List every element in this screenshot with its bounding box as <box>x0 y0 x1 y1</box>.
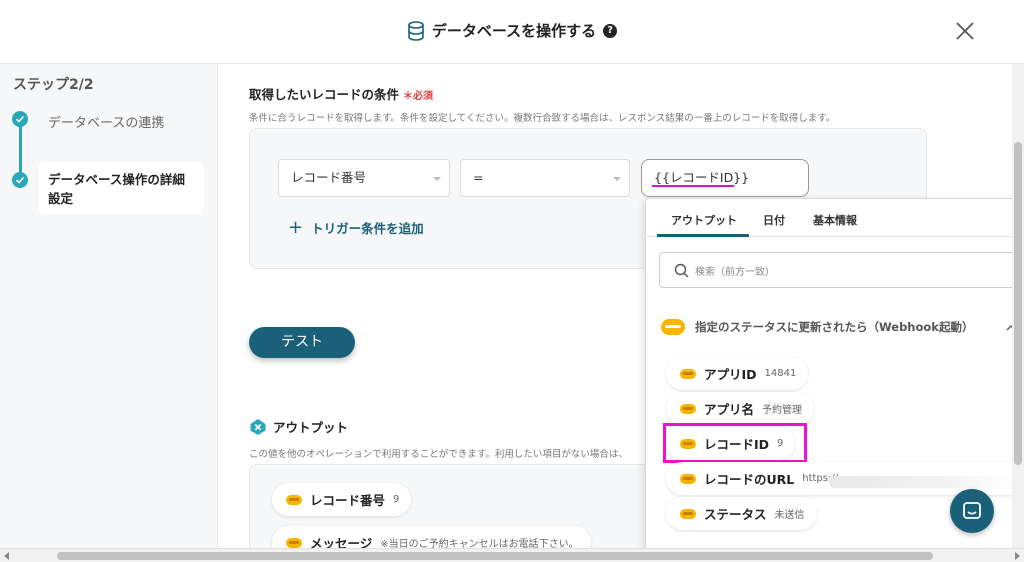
output-item-value: 9 <box>393 494 400 505</box>
kintone-logo-icon <box>661 319 685 335</box>
chevron-down-icon <box>613 177 621 181</box>
close-icon[interactable] <box>954 20 976 42</box>
sidebar-step-database-link[interactable]: データベースの連携 <box>48 112 164 131</box>
popup-output-item[interactable]: アプリ名 予約管理 <box>666 392 815 425</box>
step-sidebar: ステップ2/2 データベースの連携 データベース操作の詳細設定 <box>0 64 218 548</box>
operator-select[interactable]: = <box>460 159 630 197</box>
field-select[interactable]: レコード番号 <box>278 159 450 197</box>
output-item-name: メッセージ <box>310 536 373 548</box>
field-select-value: レコード番号 <box>291 170 367 185</box>
condition-section-title: 取得したいレコードの条件 ＊必須 <box>249 84 433 103</box>
yoom-logo-icon <box>250 418 266 435</box>
chevron-down-icon <box>433 177 441 181</box>
required-badge: ＊必須 <box>403 91 434 102</box>
tab-basic-info[interactable]: 基本情報 <box>813 212 857 228</box>
chat-support-button[interactable] <box>950 489 994 533</box>
kintone-icon <box>286 494 302 505</box>
horizontal-scroll-thumb[interactable] <box>57 552 933 560</box>
kintone-icon <box>680 508 696 519</box>
popup-output-item[interactable]: ステータス 未送信 <box>666 497 817 530</box>
value-highlight-underline <box>652 185 734 187</box>
search-placeholder: 検索（前方一致） <box>695 266 775 278</box>
add-trigger-condition-button[interactable]: + トリガー条件を追加 <box>288 217 424 238</box>
modal-title: データベースを操作する ? <box>0 20 1024 41</box>
search-icon <box>674 263 689 277</box>
condition-value-text: {{レコードID}} <box>654 170 750 185</box>
kintone-icon <box>286 537 302 548</box>
trigger-group-header[interactable]: 指定のステータスに更新されたら（Webhook起動） <box>661 319 973 335</box>
popup-item-value: 14841 <box>764 368 797 379</box>
condition-title-text: 取得したいレコードの条件 <box>249 87 400 102</box>
popup-item-name: アプリ名 <box>704 402 755 417</box>
popup-output-item[interactable]: アプリID 14841 <box>666 357 809 390</box>
database-icon <box>408 20 424 41</box>
step-complete-icon <box>12 172 28 188</box>
step-complete-icon <box>12 111 28 127</box>
output-item-name: レコード番号 <box>310 493 386 508</box>
popup-search-input[interactable]: 検索（前方一致） <box>659 252 1019 288</box>
help-icon[interactable]: ? <box>603 23 618 38</box>
tab-date[interactable]: 日付 <box>763 212 785 228</box>
popup-item-name: レコードのURL <box>704 472 795 487</box>
output-item[interactable]: レコード番号 9 <box>272 483 412 516</box>
output-section-title: アウトプット <box>249 417 348 436</box>
output-item-value: ※当日のご予約キャンセルはお電話下さい。 <box>380 539 579 548</box>
scroll-left-icon[interactable] <box>4 552 9 560</box>
kintone-icon <box>680 473 696 484</box>
output-item[interactable]: メッセージ ※当日のご予約キャンセルはお電話下さい。 <box>272 526 591 548</box>
step-progress-title: ステップ2/2 <box>13 77 94 93</box>
popup-item-value: 未送信 <box>774 510 805 521</box>
add-trigger-label: トリガー条件を追加 <box>311 221 424 236</box>
modal-title-text: データベースを操作する <box>431 22 597 40</box>
tab-output[interactable]: アウトプット <box>671 212 737 228</box>
selected-item-highlight <box>663 423 807 463</box>
condition-value-input[interactable]: {{レコードID}} <box>641 159 809 197</box>
output-description: この値を他のオペレーションで利用することができます。利用したい項目がない場合は、 <box>249 449 628 460</box>
active-tab-indicator <box>657 234 749 237</box>
trigger-group-title: 指定のステータスに更新されたら（Webhook起動） <box>695 320 974 334</box>
operator-select-value: = <box>473 170 484 185</box>
popup-item-name: ステータス <box>704 507 767 522</box>
popup-tabs: アウトプット 日付 基本情報 <box>646 199 1019 237</box>
vertical-scroll-thumb[interactable] <box>1014 142 1022 465</box>
kintone-icon <box>680 403 696 414</box>
sidebar-step-operation-settings[interactable]: データベース操作の詳細設定 <box>38 162 204 214</box>
condition-description: 条件に合うレコードを取得します。条件を設定してください。複数行合致する場合は、レ… <box>249 113 836 124</box>
blurred-url <box>829 476 1019 488</box>
output-title-text: アウトプット <box>273 420 349 435</box>
vertical-scrollbar[interactable] <box>1012 64 1024 548</box>
output-box: レコード番号 9 メッセージ ※当日のご予約キャンセルはお電話下さい。 <box>249 464 669 548</box>
popup-item-value: 予約管理 <box>762 405 803 416</box>
plus-icon: + <box>288 217 304 238</box>
kintone-icon <box>680 368 696 379</box>
test-button[interactable]: テスト <box>249 327 355 358</box>
modal-header: データベースを操作する ? <box>0 0 1024 64</box>
popup-item-name: アプリID <box>704 367 757 382</box>
chat-icon <box>963 502 981 519</box>
horizontal-scrollbar[interactable] <box>0 548 1024 562</box>
scroll-right-icon[interactable] <box>1015 552 1020 560</box>
